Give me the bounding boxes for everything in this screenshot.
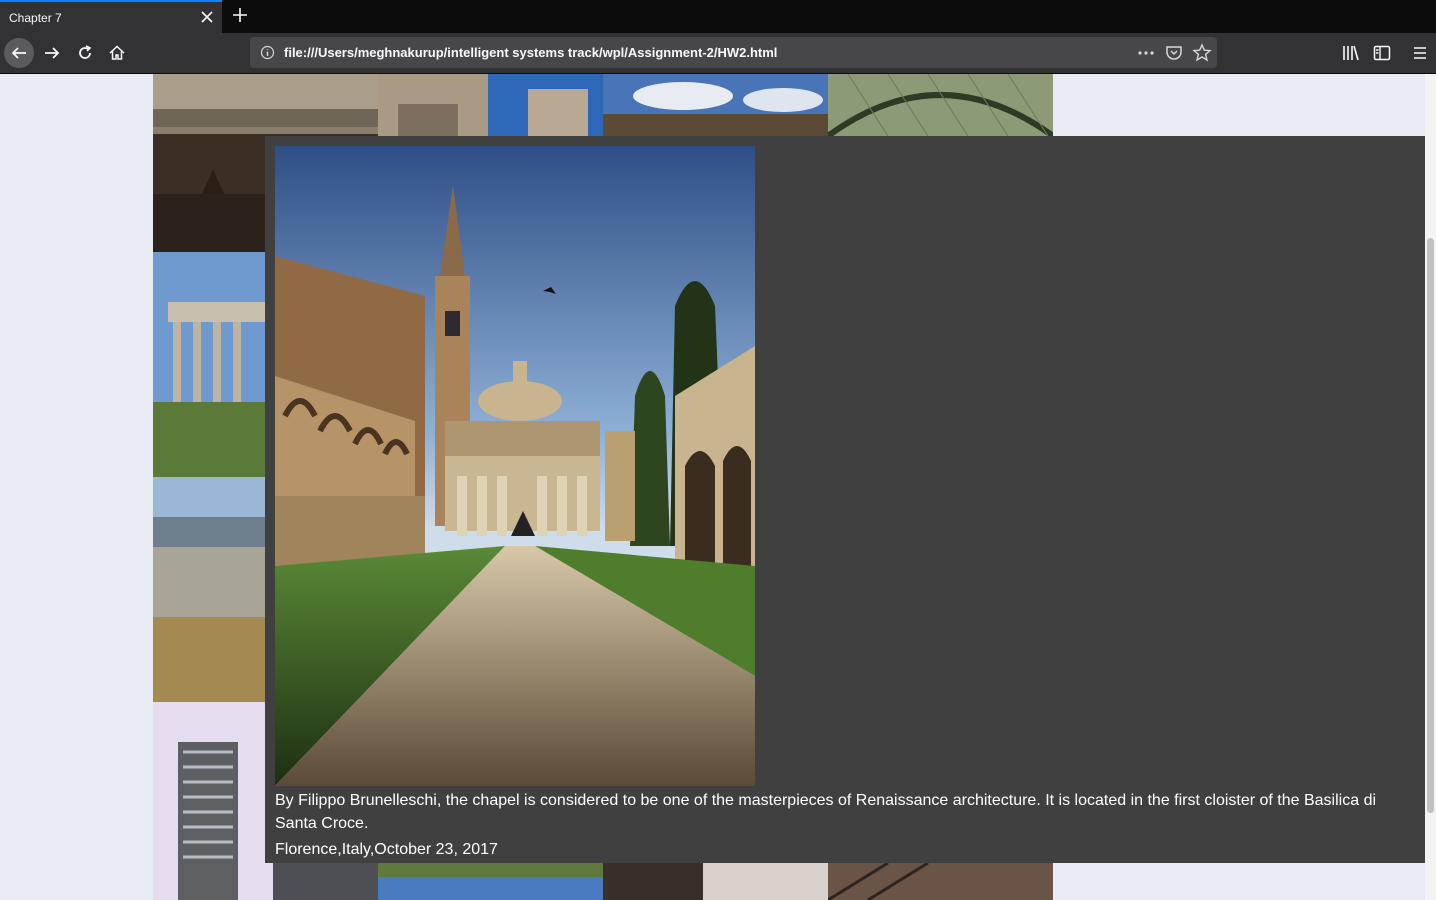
gallery-thumb-interior[interactable] — [603, 863, 828, 900]
menu-icon[interactable] — [1410, 43, 1430, 63]
home-button[interactable] — [102, 38, 132, 68]
lightbox-photo-pazzi-chapel — [275, 146, 755, 786]
more-icon[interactable] — [1136, 43, 1156, 63]
address-bar[interactable]: file:///Users/meghnakurup/intelligent sy… — [250, 37, 1217, 68]
lightbox-caption: By Filippo Brunelleschi, the chapel is c… — [275, 792, 1377, 832]
star-icon[interactable] — [1192, 43, 1212, 63]
lightbox-overlay[interactable]: By Filippo Brunelleschi, the chapel is c… — [265, 136, 1425, 863]
tab-title: Chapter 7 — [9, 11, 62, 25]
scrollbar-thumb[interactable] — [1427, 238, 1434, 813]
library-icon[interactable] — [1341, 43, 1361, 63]
close-icon[interactable] — [198, 8, 216, 26]
gallery-thumb-village[interactable] — [603, 74, 828, 136]
info-icon[interactable] — [260, 45, 275, 65]
gallery-thumb-glass-roof[interactable] — [828, 74, 1053, 136]
page-viewport: By Filippo Brunelleschi, the chapel is c… — [0, 74, 1436, 900]
sidebar-icon[interactable] — [1372, 43, 1392, 63]
gallery-thumb-roman-arch[interactable] — [378, 74, 603, 136]
url-text[interactable]: file:///Users/meghnakurup/intelligent sy… — [284, 45, 777, 60]
lightbox-location-date: Florence,Italy,October 23, 2017 — [275, 841, 498, 858]
plus-icon[interactable] — [230, 5, 250, 25]
browser-tab[interactable]: Chapter 7 — [0, 0, 222, 33]
navigation-toolbar: file:///Users/meghnakurup/intelligent sy… — [0, 33, 1436, 74]
gallery-thumb-stairs[interactable] — [828, 863, 1053, 900]
gallery-thumb-river[interactable] — [378, 863, 603, 900]
forward-button[interactable] — [37, 38, 67, 68]
back-button[interactable] — [4, 38, 34, 68]
tab-strip: Chapter 7 — [0, 0, 1436, 33]
reload-button[interactable] — [70, 38, 100, 68]
gallery-thumb-ancient-theatre[interactable] — [153, 477, 265, 702]
gallery-thumb-greek-temple[interactable] — [153, 252, 265, 477]
pocket-icon[interactable] — [1164, 43, 1184, 63]
page-scrollbar[interactable] — [1425, 74, 1436, 900]
